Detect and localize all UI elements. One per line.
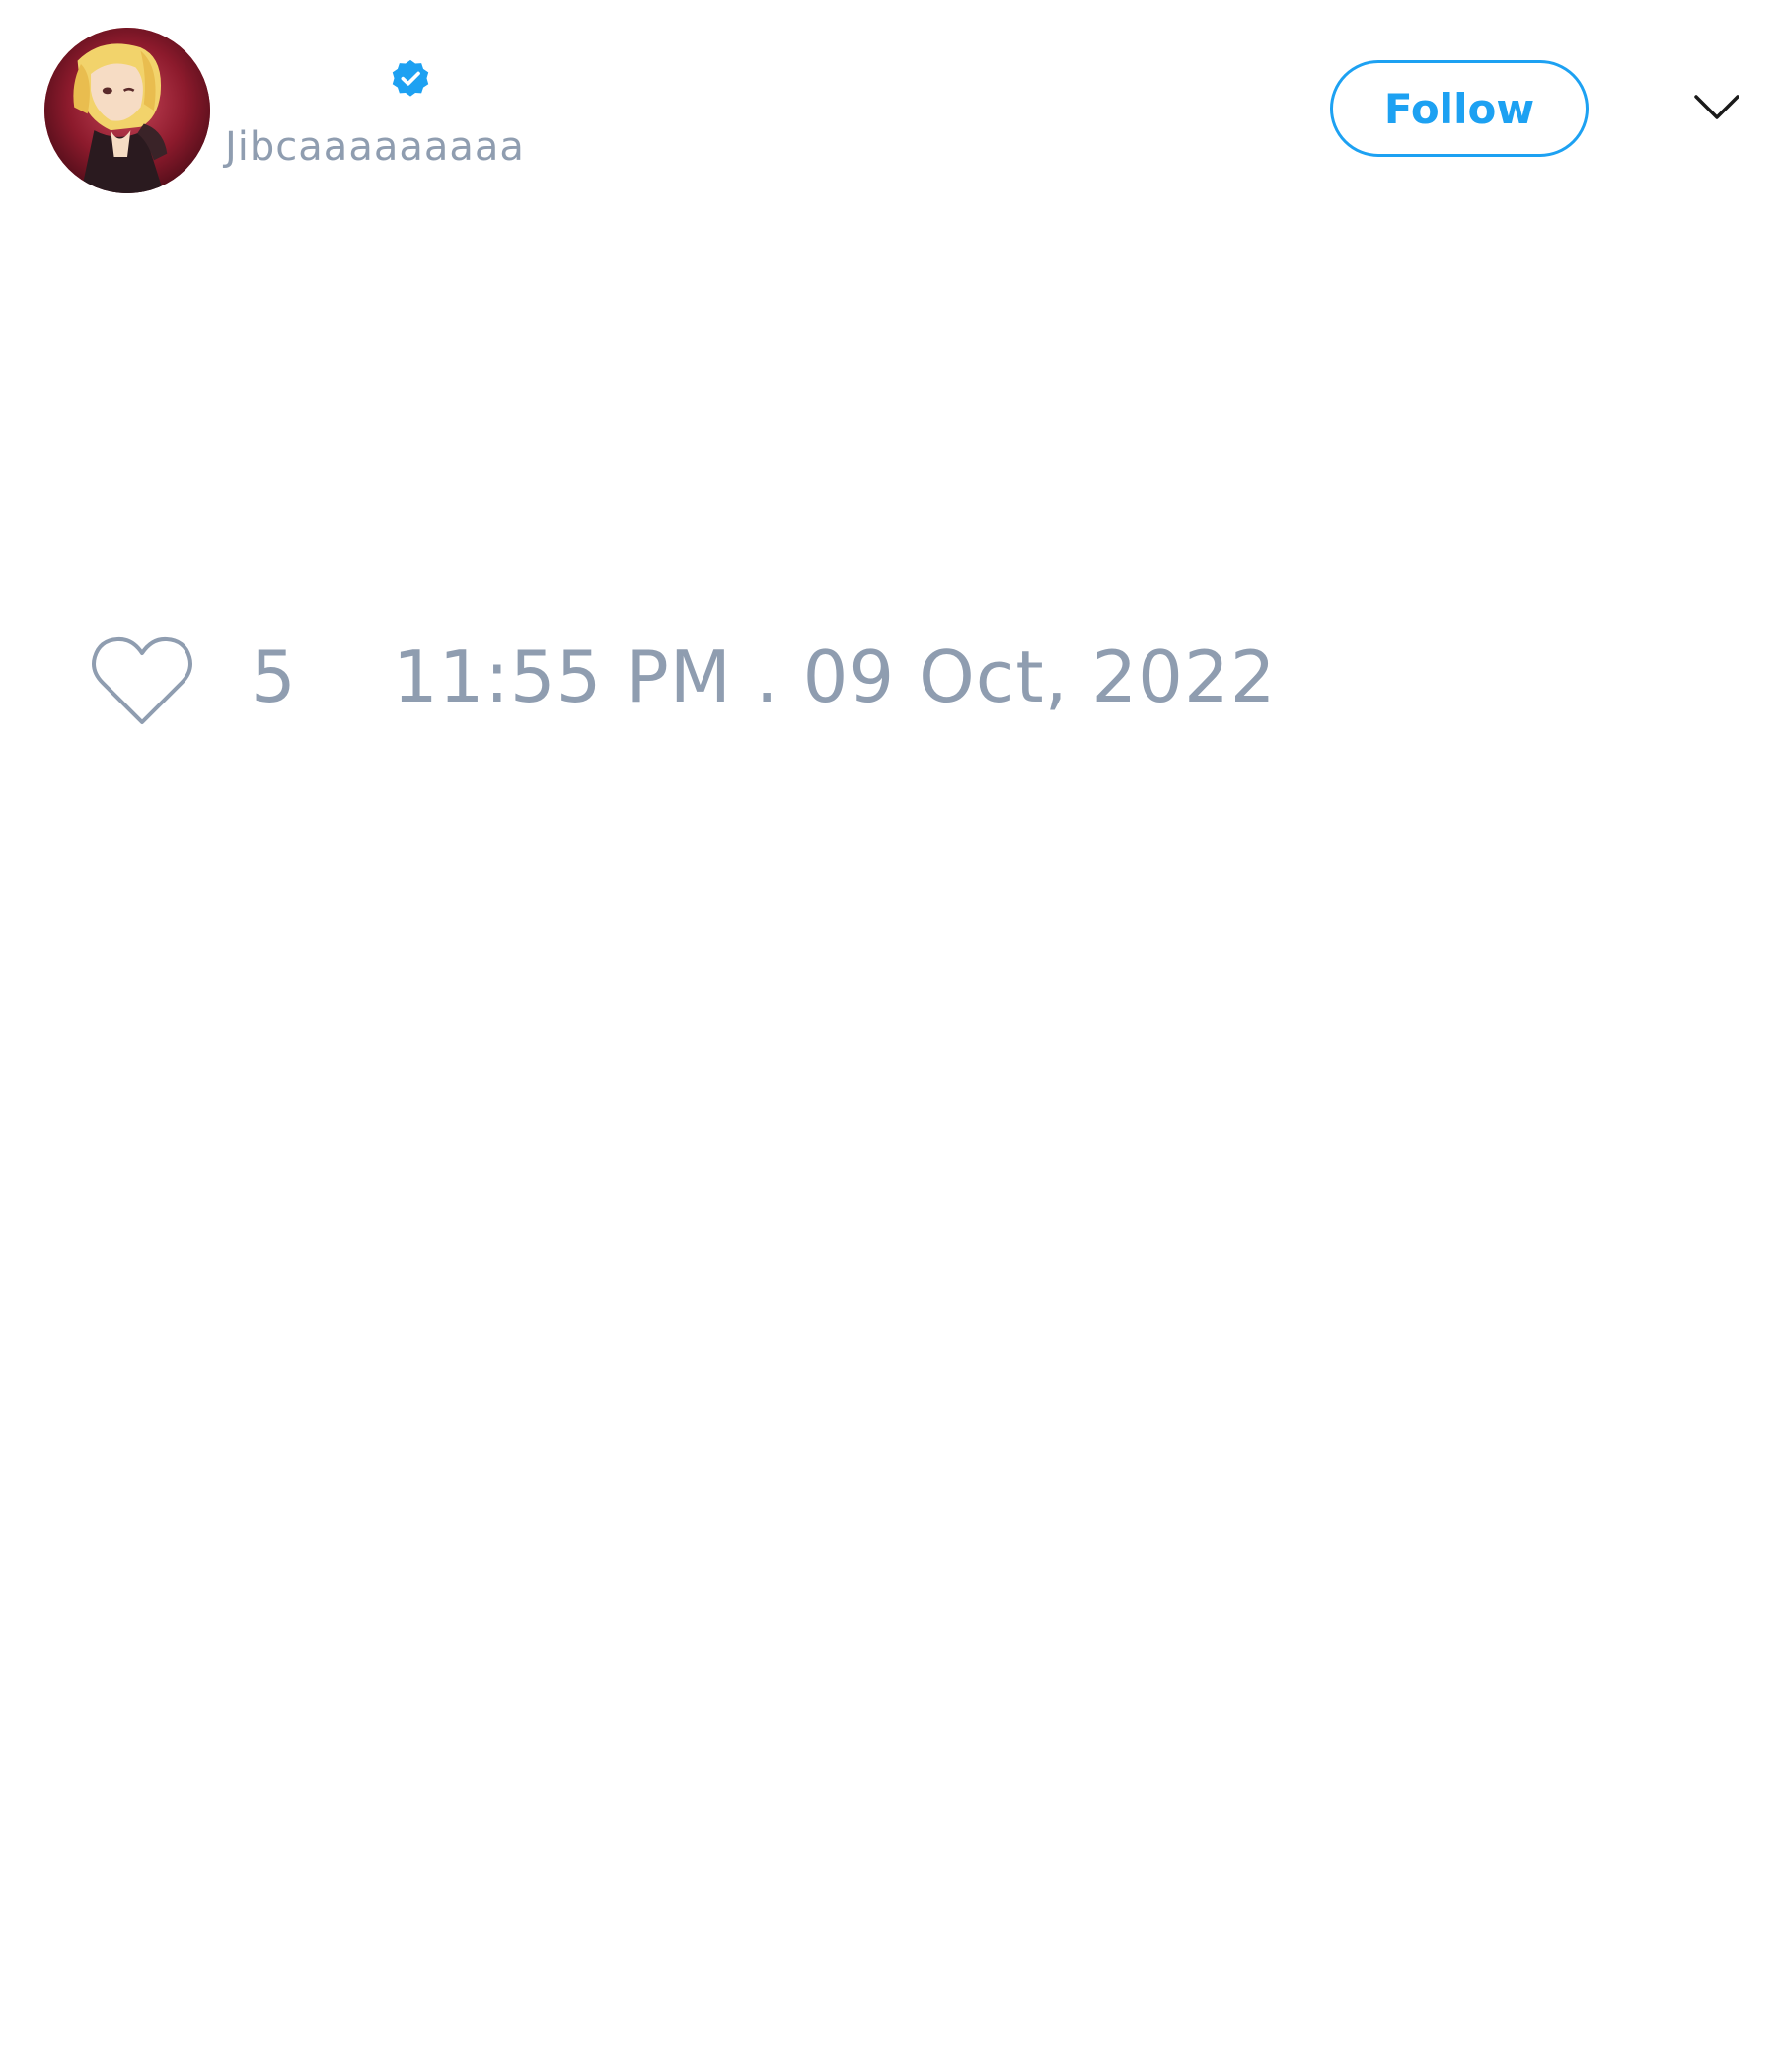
tweet-timestamp[interactable]: 11:55 PM . 09 Oct, 2022 (393, 641, 1277, 712)
follow-button[interactable]: Follow (1330, 60, 1589, 157)
like-count: 5 (251, 635, 296, 718)
author-avatar[interactable] (44, 28, 210, 193)
author-handle[interactable]: Jibcaaaaaaaaa (225, 124, 525, 170)
avatar-image-icon (44, 28, 210, 193)
verified-badge-icon (392, 59, 429, 97)
heart-outline-icon[interactable] (89, 633, 195, 728)
chevron-down-icon[interactable] (1692, 91, 1741, 124)
